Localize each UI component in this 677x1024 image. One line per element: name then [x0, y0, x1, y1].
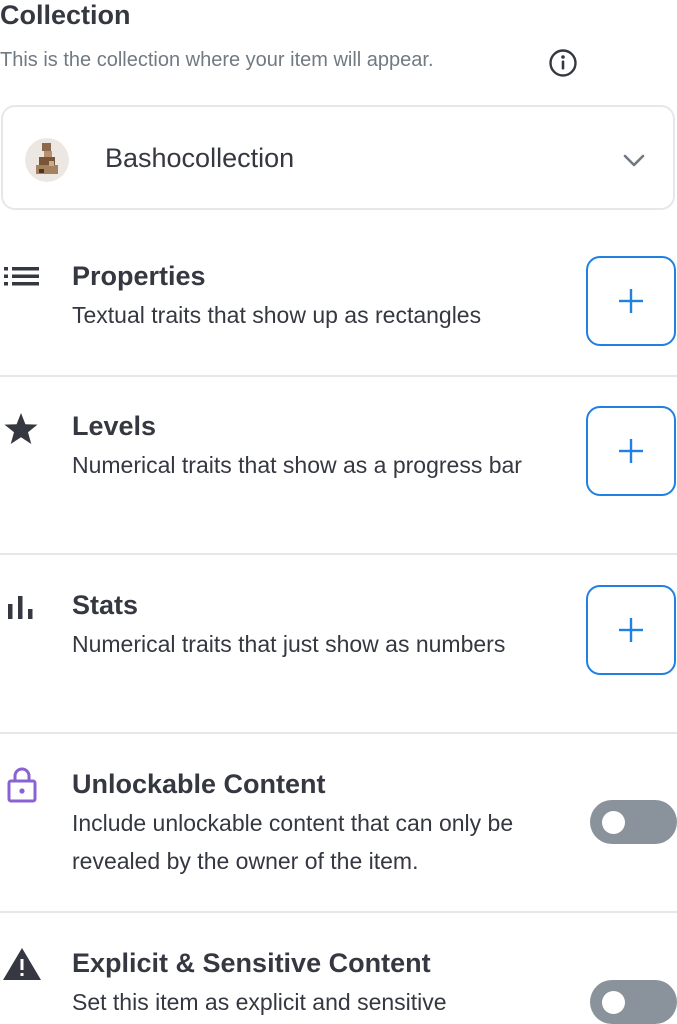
- explicit-toggle[interactable]: [590, 980, 677, 1024]
- explicit-description: Set this item as explicit and sensitive: [72, 989, 447, 1015]
- unlockable-description: Include unlockable content that can only…: [72, 810, 514, 874]
- divider: [0, 911, 677, 913]
- collection-title: Collection: [0, 0, 131, 30]
- levels-title: Levels: [72, 411, 157, 441]
- collection-avatar: [25, 138, 69, 182]
- unlockable-section: Unlockable Content Include unlockable co…: [0, 766, 677, 886]
- divider: [0, 732, 677, 734]
- explicit-section: Explicit & Sensitive Content Set this it…: [0, 945, 677, 1024]
- stats-section: Stats Numerical traits that just show as…: [0, 587, 677, 707]
- plus-icon: [619, 439, 643, 463]
- stats-description: Numerical traits that just show as numbe…: [72, 631, 506, 657]
- toggle-knob: [602, 811, 625, 834]
- collection-select-value: Bashocollection: [105, 143, 295, 173]
- properties-title: Properties: [72, 261, 206, 291]
- bar-chart-icon: [8, 596, 33, 619]
- properties-section: Properties Textual traits that show up a…: [0, 258, 677, 358]
- properties-description: Textual traits that show up as rectangle…: [72, 302, 482, 328]
- unlockable-toggle[interactable]: [590, 800, 677, 844]
- unlockable-title: Unlockable Content: [72, 769, 326, 799]
- levels-description: Numerical traits that show as a progress…: [72, 452, 522, 478]
- warning-icon: [3, 948, 41, 980]
- lock-icon: [7, 767, 37, 803]
- levels-section: Levels Numerical traits that show as a p…: [0, 408, 677, 528]
- plus-icon: [619, 618, 643, 642]
- star-icon: [4, 413, 38, 444]
- divider: [0, 553, 677, 555]
- add-levels-button[interactable]: [586, 406, 676, 496]
- collection-select[interactable]: Bashocollection: [1, 105, 675, 210]
- info-icon[interactable]: [548, 48, 578, 78]
- add-properties-button[interactable]: [586, 256, 676, 346]
- chevron-down-icon: [623, 154, 645, 167]
- explicit-title: Explicit & Sensitive Content: [72, 948, 431, 978]
- plus-icon: [619, 289, 643, 313]
- divider: [0, 375, 677, 377]
- stats-title: Stats: [72, 590, 139, 620]
- collection-subtitle: This is the collection where your item w…: [0, 49, 434, 71]
- list-icon: [4, 267, 39, 286]
- add-stats-button[interactable]: [586, 585, 676, 675]
- toggle-knob: [602, 991, 625, 1014]
